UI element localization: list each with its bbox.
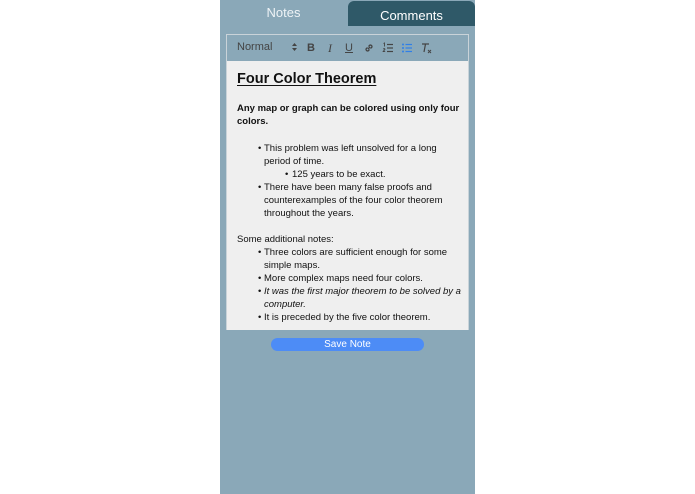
bullet-dot: •	[258, 286, 262, 297]
tab-bar: Notes Comments	[220, 0, 475, 26]
italic-icon: I	[328, 40, 332, 55]
ordered-list-button[interactable]	[380, 40, 396, 56]
additional-notes-heading: Some additional notes:	[237, 234, 334, 245]
list-item: There have been many false proofs and co…	[264, 182, 443, 219]
ordered-list-icon	[382, 42, 394, 54]
list-item: More complex maps need four colors.	[264, 273, 423, 284]
note-editor: Normal B I U Four Color Theorem Any map …	[226, 34, 469, 330]
note-title: Four Color Theorem	[237, 71, 377, 87]
tab-notes[interactable]: Notes	[220, 0, 347, 24]
underline-button[interactable]: U	[341, 40, 357, 56]
tab-comments[interactable]: Comments	[348, 1, 475, 26]
bold-icon: B	[307, 42, 315, 54]
editor-toolbar: Normal B I U	[227, 35, 468, 61]
bullet-dot: •	[258, 312, 262, 323]
bullet-dot: •	[258, 247, 262, 258]
underline-icon: U	[345, 42, 353, 54]
link-icon	[363, 42, 375, 54]
bullet-dot: •	[258, 273, 262, 284]
select-arrows-icon	[291, 41, 298, 55]
format-select-value: Normal	[237, 41, 273, 53]
list-item: It was the first major theorem to be sol…	[264, 286, 461, 310]
notes-panel: Notes Comments Normal B I U Four Color T…	[220, 0, 475, 494]
format-select[interactable]: Normal	[237, 41, 299, 55]
save-note-button[interactable]: Save Note	[271, 338, 424, 351]
link-button[interactable]	[361, 40, 377, 56]
bullet-dot: •	[258, 182, 262, 193]
clear-format-icon	[420, 42, 433, 54]
bullet-dot: •	[285, 169, 289, 180]
list-item: It is preceded by the five color theorem…	[264, 312, 431, 323]
clear-format-button[interactable]	[418, 40, 434, 56]
list-item: This problem was left unsolved for a lon…	[264, 143, 437, 167]
bullet-list-button[interactable]	[399, 40, 415, 56]
bullet-list-icon	[401, 42, 413, 54]
list-item: Three colors are sufficient enough for s…	[264, 247, 448, 271]
note-content[interactable]: Four Color Theorem Any map or graph can …	[227, 62, 468, 330]
italic-button[interactable]: I	[322, 40, 338, 56]
bullet-dot: •	[258, 143, 262, 154]
note-intro: Any map or graph can be colored using on…	[237, 103, 460, 127]
bold-button[interactable]: B	[303, 40, 319, 56]
list-item: 125 years to be exact.	[292, 169, 386, 180]
